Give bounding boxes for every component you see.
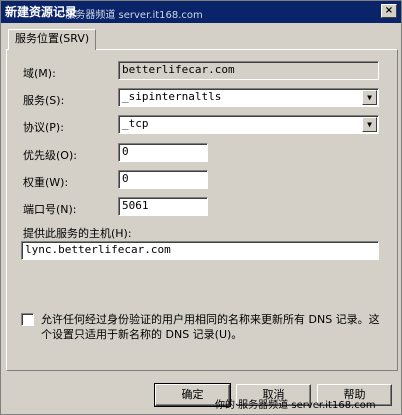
- new-resource-record-dialog: · 服务器频道 server.it168.com 新建资源记录 × 服务位置(S…: [0, 0, 402, 415]
- weight-label: 权重(W):: [23, 176, 69, 189]
- domain-field: betterlifecar.com: [118, 61, 379, 80]
- priority-input[interactable]: 0: [118, 143, 208, 162]
- close-icon: ×: [384, 5, 394, 16]
- protocol-combobox[interactable]: _tcp ▼: [118, 115, 379, 134]
- chevron-down-icon[interactable]: ▼: [362, 117, 377, 132]
- host-label: 提供此服务的主机(H):: [23, 227, 132, 240]
- port-input[interactable]: 5061: [118, 197, 208, 216]
- title-watermark: · 服务器频道 server.it168.com: [59, 10, 203, 21]
- allow-update-checkbox[interactable]: [21, 313, 34, 326]
- domain-label: 域(M):: [23, 67, 56, 80]
- ok-button-label: 确定: [181, 388, 204, 401]
- window-title: 新建资源记录: [5, 5, 78, 19]
- service-combobox[interactable]: _sipinternaltls ▼: [118, 88, 379, 107]
- footer-watermark: 你的·服务器频道 server.it168.com: [215, 400, 376, 411]
- tab-srv[interactable]: 服务位置(SRV): [8, 29, 97, 50]
- service-label: 服务(S):: [23, 94, 65, 107]
- host-input[interactable]: lync.betterlifecar.com: [21, 241, 379, 260]
- chevron-down-icon[interactable]: ▼: [362, 90, 377, 105]
- service-value: _sipinternaltls: [122, 90, 222, 103]
- host-value: lync.betterlifecar.com: [25, 243, 171, 256]
- weight-value: 0: [122, 172, 129, 185]
- weight-input[interactable]: 0: [118, 170, 208, 189]
- close-button[interactable]: ×: [381, 4, 397, 18]
- protocol-label: 协议(P):: [23, 121, 64, 134]
- port-label: 端口号(N):: [23, 203, 77, 216]
- protocol-value: _tcp: [122, 117, 149, 130]
- priority-label: 优先级(O):: [23, 149, 77, 162]
- tab-srv-label: 服务位置(SRV): [15, 32, 90, 45]
- port-value: 5061: [122, 199, 149, 212]
- domain-value: betterlifecar.com: [122, 63, 235, 76]
- title-bar: · 服务器频道 server.it168.com 新建资源记录 ×: [1, 1, 401, 23]
- priority-value: 0: [122, 145, 129, 158]
- allow-update-label[interactable]: 允许任何经过身份验证的用户用相同的名称来更新所有 DNS 记录。这个设置只适用于…: [41, 312, 381, 342]
